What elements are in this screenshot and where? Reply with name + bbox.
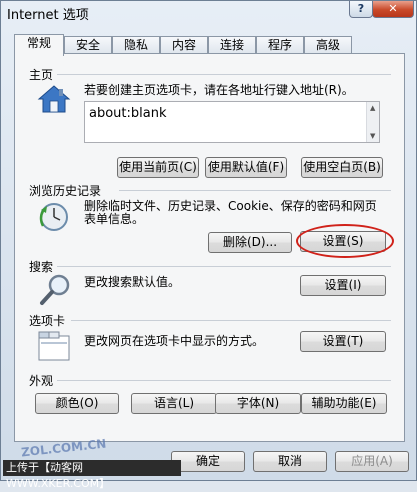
home-description: 若要创建主页选项卡，请在各地址行键入地址(R)。 <box>84 83 354 97</box>
appearance-section-label: 外观 <box>29 374 54 388</box>
tab-general[interactable]: 常规 <box>14 34 64 56</box>
home-section-label: 主页 <box>29 68 54 82</box>
tabs-description: 更改网页在选项卡中显示的方式。 <box>84 334 265 348</box>
general-tab-panel: 主页 若要创建主页选项卡，请在各地址行键入地址(R)。 about:blank … <box>14 53 405 442</box>
cancel-button[interactable]: 取消 <box>253 451 327 472</box>
ok-button[interactable]: 确定 <box>171 451 245 472</box>
use-blank-button[interactable]: 使用空白页(B) <box>301 157 383 178</box>
close-button[interactable]: ✕ <box>372 1 414 18</box>
home-icon <box>37 84 71 114</box>
home-divider <box>57 74 391 75</box>
history-clock-icon <box>37 200 71 232</box>
use-current-button[interactable]: 使用当前页(C) <box>117 157 199 178</box>
delete-history-button[interactable]: 删除(D)... <box>208 232 292 253</box>
home-address-value: about:blank <box>89 106 167 121</box>
use-default-button[interactable]: 使用默认值(F) <box>205 157 287 178</box>
help-button[interactable]: ? <box>349 1 373 18</box>
home-address-textarea[interactable]: about:blank ▲ ▼ <box>84 101 380 143</box>
history-section-label: 浏览历史记录 <box>29 184 102 198</box>
scroll-up-arrow-icon[interactable]: ▲ <box>370 104 375 112</box>
search-divider <box>57 266 391 267</box>
scroll-down-arrow-icon[interactable]: ▼ <box>370 132 375 140</box>
tabs-window-icon <box>37 330 71 362</box>
appearance-divider <box>57 380 391 381</box>
search-magnifier-icon <box>39 272 73 306</box>
search-description: 更改搜索默认值。 <box>84 275 181 289</box>
highlight-ring-annotation <box>296 224 394 258</box>
tabs-divider <box>71 320 391 321</box>
window-title: Internet 选项 <box>7 8 89 23</box>
home-textarea-scrollbar[interactable]: ▲ ▼ <box>366 102 379 142</box>
apply-button[interactable]: 应用(A) <box>335 451 409 472</box>
tabs-settings-button[interactable]: 设置(T) <box>300 331 386 352</box>
accessibility-button[interactable]: 辅助功能(E) <box>301 393 387 414</box>
internet-options-dialog: Internet 选项 ? ✕ 常规 安全 隐私 内容 连接 程序 高级 主页 … <box>0 0 417 490</box>
search-settings-button[interactable]: 设置(I) <box>300 275 386 296</box>
tabs-section-label: 选项卡 <box>29 314 66 328</box>
languages-button[interactable]: 语言(L) <box>131 393 217 414</box>
title-bar[interactable]: Internet 选项 ? ✕ <box>1 1 416 29</box>
history-description-line2: 表单信息。 <box>84 212 145 226</box>
fonts-button[interactable]: 字体(N) <box>215 393 301 414</box>
watermark-upload-banner: 上传于【动客网 WWW.XKER.COM】 <box>3 460 181 490</box>
colors-button[interactable]: 颜色(O) <box>35 393 119 414</box>
history-divider <box>119 190 391 191</box>
